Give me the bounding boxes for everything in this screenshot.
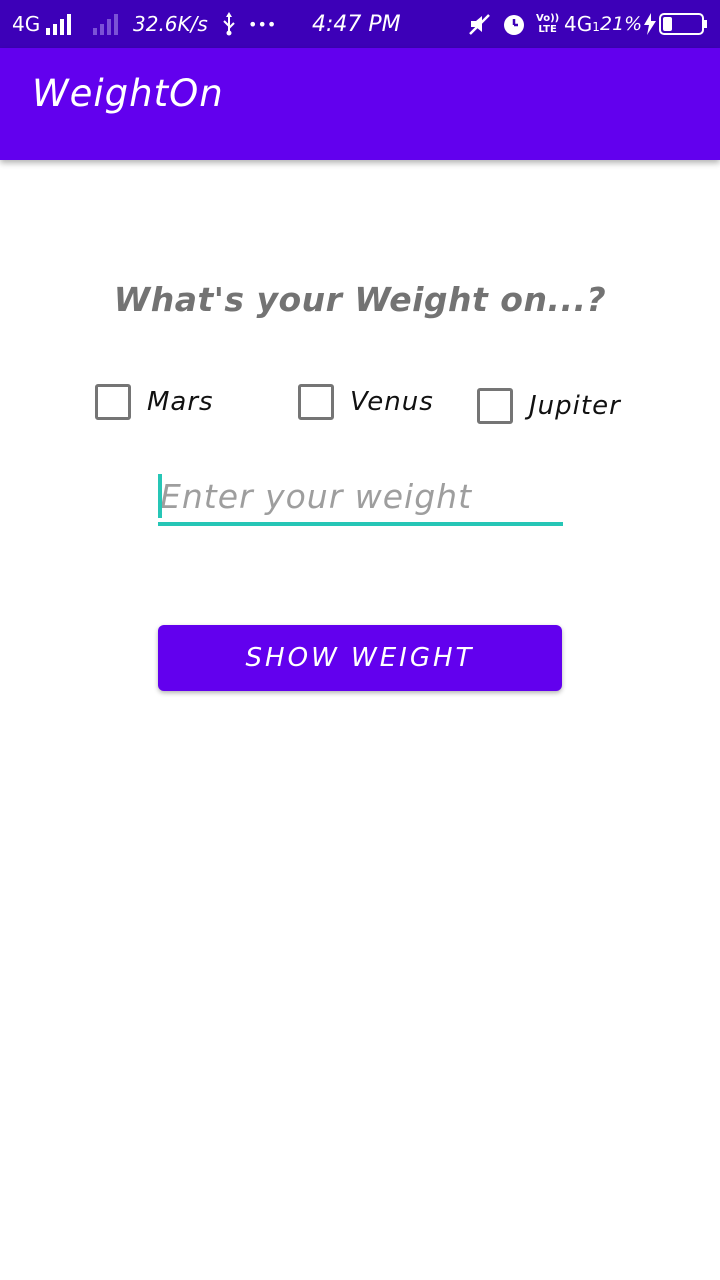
signal-strength-sim2-icon <box>93 0 118 48</box>
app-title: WeightOn <box>32 72 224 115</box>
signal-strength-icon <box>46 0 71 48</box>
weight-input-underline <box>158 522 563 526</box>
volte-indicator: Vo)) LTE <box>536 13 560 35</box>
charging-icon <box>643 0 657 48</box>
network-type-left: 4G <box>12 12 41 36</box>
question-heading: What's your Weight on...? <box>113 280 607 319</box>
show-weight-button[interactable]: SHOW WEIGHT <box>158 625 562 691</box>
checkbox-mars[interactable]: Mars <box>95 384 214 420</box>
battery-percent: 21% <box>600 13 643 35</box>
network-type-right: 4G 1 <box>564 12 600 36</box>
weight-input[interactable] <box>158 470 565 522</box>
usb-icon <box>222 0 236 48</box>
checkbox-venus[interactable]: Venus <box>298 384 434 420</box>
checkbox-jupiter-label[interactable]: Jupiter <box>529 391 621 421</box>
text-cursor <box>158 474 162 518</box>
checkbox-venus-box[interactable] <box>298 384 334 420</box>
status-bar: 4G 32.6K/s ••• 4:47 PM Vo)) LTE 4G 1 21% <box>0 0 720 48</box>
more-notifications-icon: ••• <box>248 14 277 34</box>
checkbox-jupiter-box[interactable] <box>477 388 513 424</box>
mute-icon <box>468 0 492 48</box>
checkbox-venus-label[interactable]: Venus <box>350 387 434 417</box>
checkbox-jupiter[interactable]: Jupiter <box>477 388 621 424</box>
network-speed: 32.6K/s <box>133 12 208 36</box>
checkbox-mars-box[interactable] <box>95 384 131 420</box>
alarm-icon <box>501 0 527 48</box>
weight-input-container[interactable] <box>158 470 565 527</box>
app-bar: WeightOn <box>0 48 720 160</box>
clock: 4:47 PM <box>312 11 401 37</box>
checkbox-mars-label[interactable]: Mars <box>147 387 214 417</box>
battery-icon <box>659 0 709 48</box>
